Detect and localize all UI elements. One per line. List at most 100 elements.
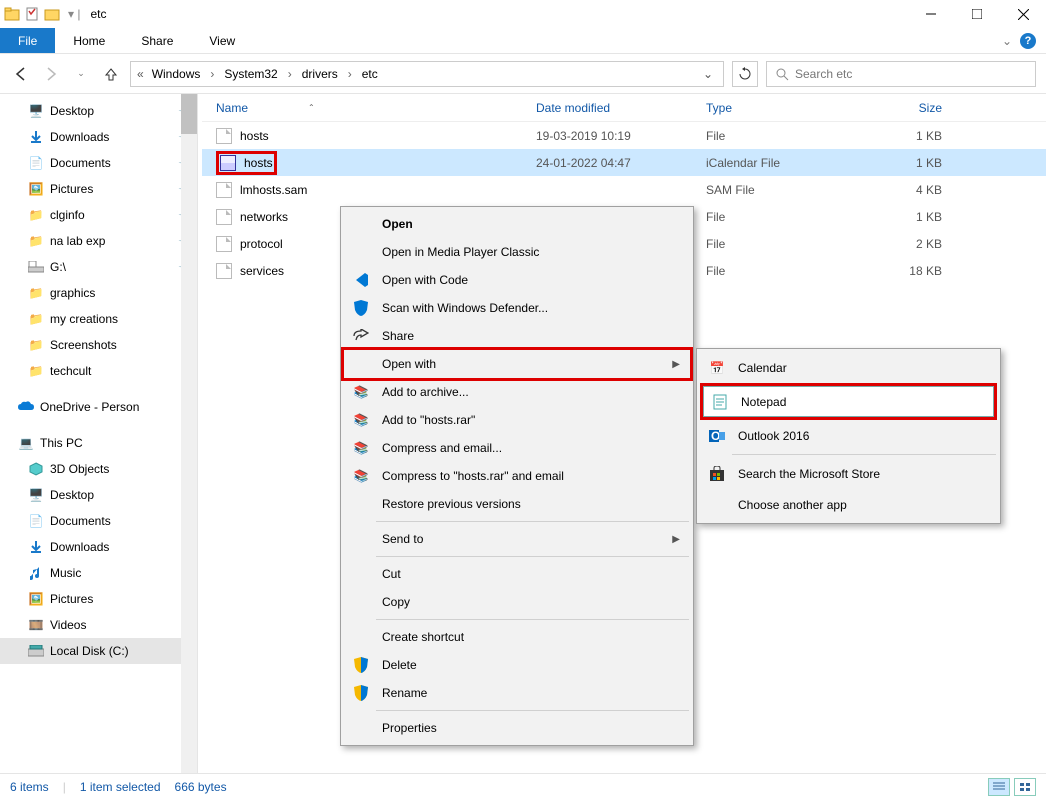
minimize-button[interactable] xyxy=(908,0,954,28)
col-type[interactable]: Type xyxy=(706,101,856,115)
tab-view[interactable]: View xyxy=(191,28,253,53)
sub-notepad[interactable]: Notepad xyxy=(703,386,994,417)
folder-icon: 📁 xyxy=(28,311,44,327)
tree-onedrive[interactable]: OneDrive - Person xyxy=(0,394,197,420)
desktop-icon: 🖥️ xyxy=(28,103,44,119)
ctx-scan-defender[interactable]: Scan with Windows Defender... xyxy=(344,294,690,322)
crumb-windows[interactable]: Windows xyxy=(148,65,205,83)
crumb-drivers[interactable]: drivers xyxy=(298,65,342,83)
tree-pc-downloads[interactable]: Downloads xyxy=(0,534,197,560)
ctx-open-code[interactable]: Open with Code xyxy=(344,266,690,294)
tree-scrollbar[interactable] xyxy=(181,94,197,774)
col-name[interactable]: Name xyxy=(216,101,248,115)
search-icon xyxy=(775,67,789,81)
tree-nalab[interactable]: 📁na lab exp📌 xyxy=(0,228,197,254)
nav-tree[interactable]: 🖥️Desktop📌 Downloads📌 📄Documents📌 🖼️Pict… xyxy=(0,94,198,774)
file-name: hosts xyxy=(240,129,269,143)
address-bar[interactable]: « Windows› System32› drivers› etc ⌄ xyxy=(130,61,724,87)
sub-label: Calendar xyxy=(738,361,787,375)
forward-button[interactable] xyxy=(40,63,62,85)
sub-calendar[interactable]: 📅Calendar xyxy=(700,352,997,383)
tree-thispc[interactable]: 💻This PC xyxy=(0,430,197,456)
tree-clginfo[interactable]: 📁clginfo📌 xyxy=(0,202,197,228)
file-type: iCalendar File xyxy=(706,156,856,170)
ctx-open-with[interactable]: Open with▶ xyxy=(344,350,690,378)
tree-gdrive[interactable]: G:\📌 xyxy=(0,254,197,280)
ical-icon xyxy=(220,155,236,171)
winrar-icon: 📚 xyxy=(352,467,370,485)
shield-warn-icon xyxy=(352,684,370,702)
refresh-button[interactable] xyxy=(732,61,758,87)
vscode-icon xyxy=(352,271,370,289)
tree-graphics[interactable]: 📁graphics xyxy=(0,280,197,306)
tree-creations[interactable]: 📁my creations xyxy=(0,306,197,332)
3d-icon xyxy=(28,461,44,477)
ctx-rename[interactable]: Rename xyxy=(344,679,690,707)
col-size[interactable]: Size xyxy=(856,101,966,115)
tree-localdisk[interactable]: Local Disk (C:) xyxy=(0,638,197,664)
save-icon[interactable] xyxy=(24,6,40,22)
sub-outlook[interactable]: OOutlook 2016 xyxy=(700,420,997,451)
file-row[interactable]: lmhosts.sam SAM File4 KB xyxy=(202,176,1046,203)
ctx-compress-hosts-email[interactable]: 📚Compress to "hosts.rar" and email xyxy=(344,462,690,490)
tree-label: OneDrive - Person xyxy=(40,400,139,414)
tree-techcult[interactable]: 📁techcult xyxy=(0,358,197,384)
sub-store[interactable]: Search the Microsoft Store xyxy=(700,458,997,489)
folder-icon: 📁 xyxy=(28,207,44,223)
tab-share[interactable]: Share xyxy=(123,28,191,53)
ctx-send-to[interactable]: Send to▶ xyxy=(344,525,690,553)
ctx-copy[interactable]: Copy xyxy=(344,588,690,616)
qat-separator: ▾ | xyxy=(68,7,80,21)
tree-pc-documents[interactable]: 📄Documents xyxy=(0,508,197,534)
sub-another[interactable]: Choose another app xyxy=(700,489,997,520)
ctx-shortcut[interactable]: Create shortcut xyxy=(344,623,690,651)
ctx-add-archive[interactable]: 📚Add to archive... xyxy=(344,378,690,406)
recent-dropdown[interactable]: ⌄ xyxy=(70,63,92,85)
ctx-cut[interactable]: Cut xyxy=(344,560,690,588)
tree-pc-desktop[interactable]: 🖥️Desktop xyxy=(0,482,197,508)
tree-label: Pictures xyxy=(50,182,93,196)
col-date[interactable]: Date modified xyxy=(536,101,706,115)
file-date: 24-01-2022 04:47 xyxy=(536,156,706,170)
ctx-restore-previous[interactable]: Restore previous versions xyxy=(344,490,690,518)
view-details-button[interactable] xyxy=(988,778,1010,796)
tree-label: Documents xyxy=(50,156,111,170)
maximize-button[interactable] xyxy=(954,0,1000,28)
tree-3dobjects[interactable]: 3D Objects xyxy=(0,456,197,482)
tree-downloads[interactable]: Downloads📌 xyxy=(0,124,197,150)
crumb-system32[interactable]: System32 xyxy=(220,65,281,83)
file-row[interactable]: hosts 19-03-2019 10:19 File 1 KB xyxy=(202,122,1046,149)
help-icon[interactable]: ? xyxy=(1020,33,1036,49)
back-button[interactable] xyxy=(10,63,32,85)
ctx-share[interactable]: Share xyxy=(344,322,690,350)
tree-pc-music[interactable]: Music xyxy=(0,560,197,586)
ctx-compress-email[interactable]: 📚Compress and email... xyxy=(344,434,690,462)
tree-documents[interactable]: 📄Documents📌 xyxy=(0,150,197,176)
tree-pc-videos[interactable]: 🎞️Videos xyxy=(0,612,197,638)
column-headers[interactable]: Name⌃ Date modified Type Size xyxy=(202,94,1046,122)
file-tab[interactable]: File xyxy=(0,28,55,53)
tree-desktop[interactable]: 🖥️Desktop📌 xyxy=(0,98,197,124)
ctx-add-hosts-rar[interactable]: 📚Add to "hosts.rar" xyxy=(344,406,690,434)
submenu-arrow-icon: ▶ xyxy=(672,359,680,370)
tree-pictures[interactable]: 🖼️Pictures📌 xyxy=(0,176,197,202)
ctx-open[interactable]: Open xyxy=(344,210,690,238)
tree-screenshots[interactable]: 📁Screenshots xyxy=(0,332,197,358)
up-button[interactable] xyxy=(100,63,122,85)
ctx-properties[interactable]: Properties xyxy=(344,714,690,742)
tab-home[interactable]: Home xyxy=(55,28,123,53)
ctx-open-media[interactable]: Open in Media Player Classic xyxy=(344,238,690,266)
folder-icon: 📁 xyxy=(28,285,44,301)
ctx-delete[interactable]: Delete xyxy=(344,651,690,679)
file-row-selected[interactable]: hosts 24-01-2022 04:47 iCalendar File 1 … xyxy=(202,149,1046,176)
file-date: 19-03-2019 10:19 xyxy=(536,129,706,143)
tree-pc-pictures[interactable]: 🖼️Pictures xyxy=(0,586,197,612)
crumb-etc[interactable]: etc xyxy=(358,65,382,83)
view-large-button[interactable] xyxy=(1014,778,1036,796)
close-button[interactable] xyxy=(1000,0,1046,28)
address-back-chevron[interactable]: « xyxy=(137,67,144,81)
file-type: File xyxy=(706,237,856,251)
address-dropdown-icon[interactable]: ⌄ xyxy=(699,67,717,81)
search-input[interactable]: Search etc xyxy=(766,61,1036,87)
ribbon-expand-icon[interactable]: ⌄ xyxy=(1002,34,1012,48)
